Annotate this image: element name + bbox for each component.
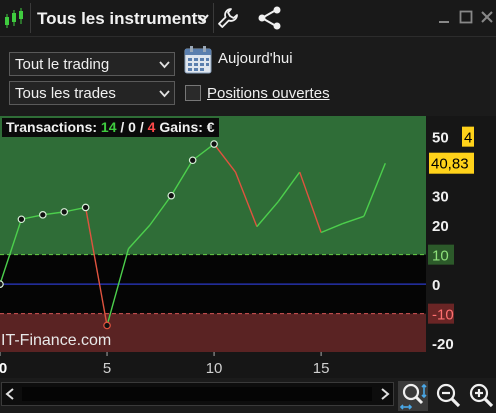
horizontal-scrollbar[interactable] xyxy=(1,382,394,406)
separator: / xyxy=(120,119,125,135)
open-positions-label[interactable]: Positions ouvertes xyxy=(207,85,330,102)
y-tick-label: 50 xyxy=(432,130,449,147)
zoom-out-icon[interactable] xyxy=(433,381,463,411)
equity-point xyxy=(188,156,197,165)
transactions-label: Transactions: xyxy=(6,119,98,135)
title-bar: Tous les instruments xyxy=(0,0,496,37)
open-positions-checkbox[interactable] xyxy=(185,85,201,101)
watermark: IT-Finance.com xyxy=(1,332,112,349)
x-tick-label: 15 xyxy=(313,360,330,377)
zoom-in-icon[interactable] xyxy=(466,381,496,411)
transactions-summary: Transactions: 14 / 0 / 4 Gains: € xyxy=(2,118,219,137)
equity-point xyxy=(167,191,176,200)
scroll-left-icon[interactable] xyxy=(5,388,15,400)
minimize-icon[interactable] xyxy=(438,10,452,24)
chevron-down-icon xyxy=(159,90,170,98)
equity-point xyxy=(103,321,111,330)
maximize-icon[interactable] xyxy=(459,10,473,24)
separator: / xyxy=(139,119,144,135)
trades-select-value: Tous les trades xyxy=(15,85,116,102)
period-select[interactable]: Tout le trading xyxy=(9,52,175,76)
equity-point xyxy=(81,203,90,212)
wrench-icon[interactable] xyxy=(217,7,239,29)
equity-point xyxy=(210,140,218,148)
trade-count-label: 4 xyxy=(464,130,472,147)
scroll-track[interactable] xyxy=(22,387,372,401)
equity-point xyxy=(0,280,4,288)
gains-label: Gains: € xyxy=(159,119,215,135)
x-tick-label: 0 xyxy=(0,360,7,377)
instrument-selector-label: Tous les instruments xyxy=(37,9,207,28)
today-link[interactable]: Aujourd'hui xyxy=(218,50,293,67)
equity-point xyxy=(17,215,26,224)
x-tick-label: 5 xyxy=(103,360,111,377)
neutral-count: 0 xyxy=(128,119,136,135)
calendar-icon[interactable] xyxy=(183,45,213,75)
equity-point xyxy=(39,211,47,219)
share-icon[interactable] xyxy=(256,6,284,30)
chevron-down-icon xyxy=(159,61,170,69)
scroll-right-icon[interactable] xyxy=(380,388,390,400)
candlestick-logo-icon xyxy=(5,8,23,28)
x-tick-label: 10 xyxy=(206,360,223,377)
losses-count: 4 xyxy=(147,119,156,135)
threshold-label: -10 xyxy=(432,307,454,324)
y-tick-label: -20 xyxy=(432,336,454,353)
zoom-fit-icon[interactable] xyxy=(398,381,428,411)
last-value-label: 40,83 xyxy=(431,156,469,173)
instrument-selector[interactable]: Tous les instruments xyxy=(30,3,214,33)
y-tick-label: 30 xyxy=(432,189,449,206)
close-icon[interactable] xyxy=(480,10,494,24)
chevron-down-icon xyxy=(197,14,209,23)
threshold-label: 10 xyxy=(432,248,449,265)
x-axis-band xyxy=(0,352,496,378)
trades-select[interactable]: Tous les trades xyxy=(9,81,175,105)
wins-count: 14 xyxy=(100,119,117,135)
y-tick-label: 0 xyxy=(432,277,440,294)
period-select-value: Tout le trading xyxy=(15,56,110,73)
equity-point xyxy=(60,208,69,216)
y-tick-label: 20 xyxy=(432,218,449,235)
